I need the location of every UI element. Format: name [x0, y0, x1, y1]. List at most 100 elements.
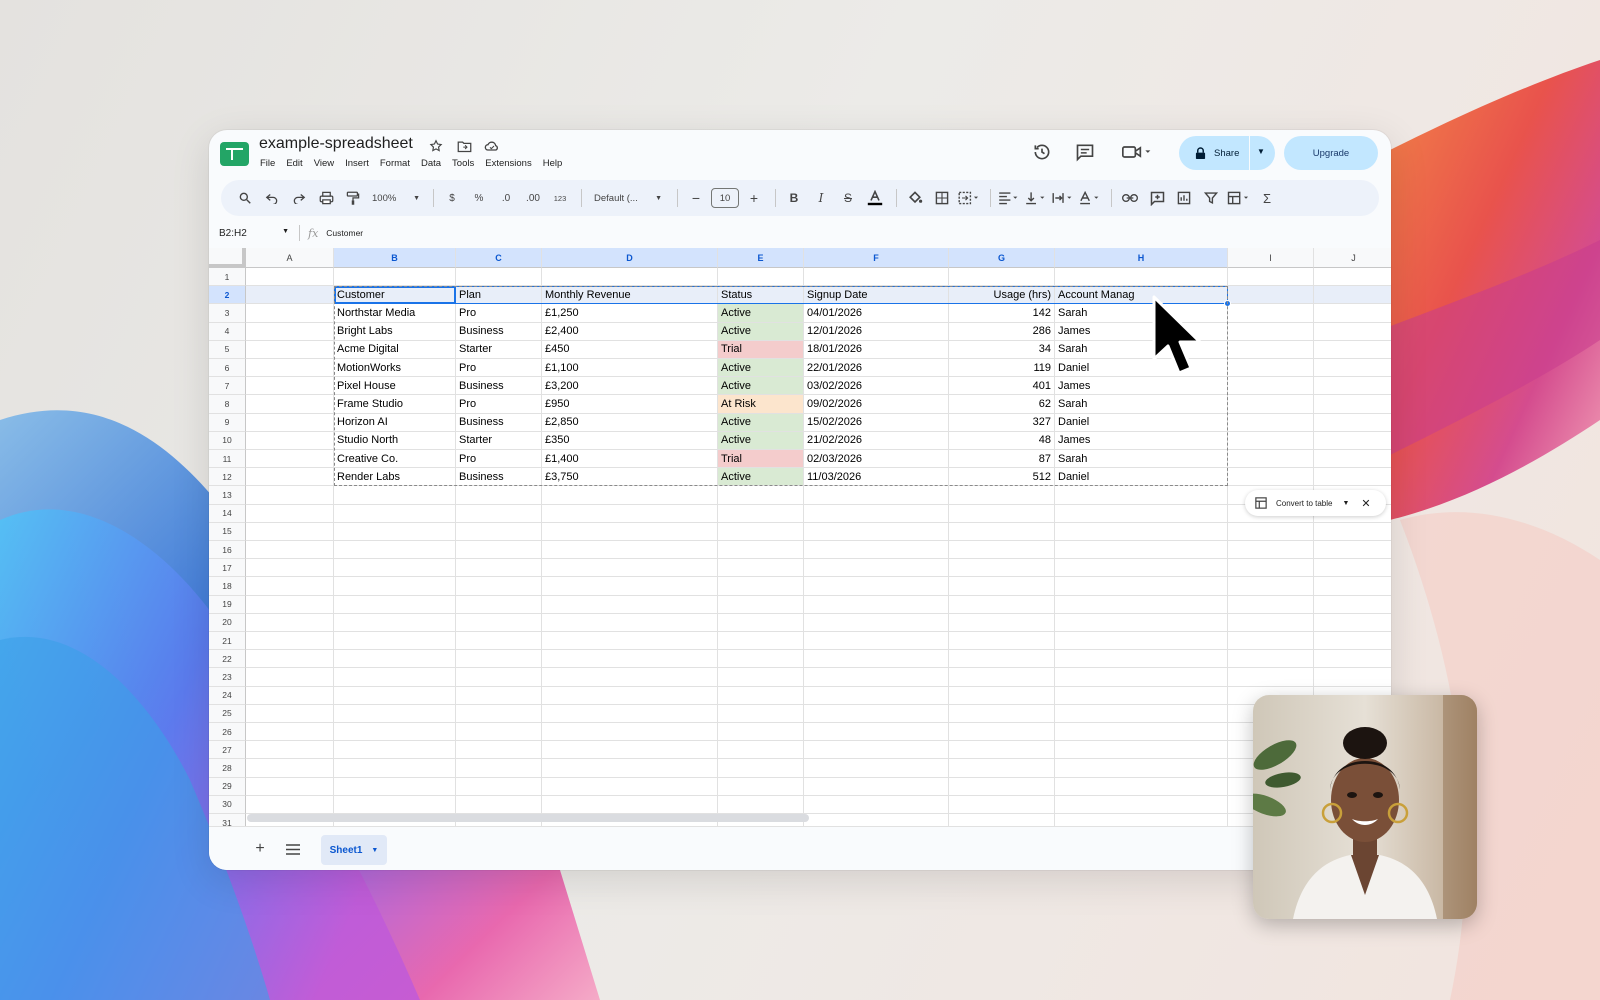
- cell-g8[interactable]: 62: [949, 395, 1055, 414]
- cell-i23[interactable]: [1228, 668, 1314, 687]
- row-header[interactable]: 24: [209, 686, 246, 705]
- cell-b21[interactable]: [334, 632, 456, 651]
- row-header[interactable]: 15: [209, 522, 246, 541]
- cell-j22[interactable]: [1314, 650, 1391, 669]
- row-header[interactable]: 29: [209, 777, 246, 796]
- borders-icon[interactable]: [930, 186, 954, 210]
- name-box[interactable]: B2:H2 ▼: [209, 228, 299, 239]
- cell-i1[interactable]: [1228, 268, 1314, 287]
- cell-i3[interactable]: [1228, 304, 1314, 323]
- add-sheet-icon[interactable]: +: [250, 839, 270, 859]
- cell-e4[interactable]: Active: [718, 322, 804, 341]
- row-header[interactable]: 14: [209, 504, 246, 523]
- cell-b4[interactable]: Bright Labs: [334, 322, 456, 341]
- cell-b22[interactable]: [334, 650, 456, 669]
- cell-h17[interactable]: [1055, 559, 1228, 578]
- cell-b17[interactable]: [334, 559, 456, 578]
- cell-f4[interactable]: 12/01/2026: [804, 322, 949, 341]
- cell-g19[interactable]: [949, 595, 1055, 614]
- cell-g5[interactable]: 34: [949, 340, 1055, 359]
- cell-b30[interactable]: [334, 795, 456, 814]
- column-header-a[interactable]: A: [246, 248, 334, 268]
- column-header-j[interactable]: J: [1314, 248, 1391, 268]
- font-size-input[interactable]: 10: [711, 188, 739, 208]
- font-select[interactable]: Default (... ▼: [588, 186, 668, 210]
- cell-i11[interactable]: [1228, 450, 1314, 469]
- cell-h25[interactable]: [1055, 704, 1228, 723]
- cell-b14[interactable]: [334, 504, 456, 523]
- cell-e2[interactable]: Status: [718, 286, 804, 305]
- cell-h19[interactable]: [1055, 595, 1228, 614]
- cell-b7[interactable]: Pixel House: [334, 377, 456, 396]
- cell-i4[interactable]: [1228, 322, 1314, 341]
- cell-g11[interactable]: 87: [949, 450, 1055, 469]
- cell-b29[interactable]: [334, 777, 456, 796]
- cell-b19[interactable]: [334, 595, 456, 614]
- cell-g14[interactable]: [949, 504, 1055, 523]
- cell-d10[interactable]: £350: [542, 431, 718, 450]
- cell-e6[interactable]: Active: [718, 359, 804, 378]
- cell-b9[interactable]: Horizon AI: [334, 413, 456, 432]
- cell-d17[interactable]: [542, 559, 718, 578]
- cell-b1[interactable]: [334, 268, 456, 287]
- cell-a3[interactable]: [246, 304, 334, 323]
- paint-format-icon[interactable]: [341, 186, 365, 210]
- star-icon[interactable]: [428, 138, 444, 154]
- cell-a7[interactable]: [246, 377, 334, 396]
- cell-c25[interactable]: [456, 704, 542, 723]
- cell-e9[interactable]: Active: [718, 413, 804, 432]
- functions-icon[interactable]: Σ: [1255, 186, 1279, 210]
- select-all-corner[interactable]: [209, 248, 246, 268]
- cell-e11[interactable]: Trial: [718, 450, 804, 469]
- cell-j17[interactable]: [1314, 559, 1391, 578]
- increase-decimal-button[interactable]: .00: [521, 186, 545, 210]
- cell-f10[interactable]: 21/02/2026: [804, 431, 949, 450]
- cell-g29[interactable]: [949, 777, 1055, 796]
- row-header[interactable]: 8: [209, 395, 246, 414]
- cell-g9[interactable]: 327: [949, 413, 1055, 432]
- row-header[interactable]: 28: [209, 759, 246, 778]
- cell-j3[interactable]: [1314, 304, 1391, 323]
- cell-h26[interactable]: [1055, 723, 1228, 742]
- cell-i18[interactable]: [1228, 577, 1314, 596]
- decrease-decimal-button[interactable]: .0: [494, 186, 518, 210]
- cell-d8[interactable]: £950: [542, 395, 718, 414]
- cell-i6[interactable]: [1228, 359, 1314, 378]
- cell-c18[interactable]: [456, 577, 542, 596]
- cell-i20[interactable]: [1228, 613, 1314, 632]
- cell-a26[interactable]: [246, 723, 334, 742]
- cell-h8[interactable]: Sarah: [1055, 395, 1228, 414]
- cell-b23[interactable]: [334, 668, 456, 687]
- cell-i16[interactable]: [1228, 541, 1314, 560]
- cell-f17[interactable]: [804, 559, 949, 578]
- cell-c16[interactable]: [456, 541, 542, 560]
- cell-b16[interactable]: [334, 541, 456, 560]
- cell-d16[interactable]: [542, 541, 718, 560]
- column-header-b[interactable]: B: [334, 248, 456, 268]
- cell-a1[interactable]: [246, 268, 334, 287]
- cell-f2[interactable]: Signup Date: [804, 286, 949, 305]
- cell-a28[interactable]: [246, 759, 334, 778]
- row-header[interactable]: 2: [209, 286, 246, 305]
- cell-g13[interactable]: [949, 486, 1055, 505]
- cell-d6[interactable]: £1,100: [542, 359, 718, 378]
- cell-g17[interactable]: [949, 559, 1055, 578]
- cell-e3[interactable]: Active: [718, 304, 804, 323]
- cell-c7[interactable]: Business: [456, 377, 542, 396]
- cell-d23[interactable]: [542, 668, 718, 687]
- row-header[interactable]: 7: [209, 377, 246, 396]
- print-icon[interactable]: [314, 186, 338, 210]
- cell-j20[interactable]: [1314, 614, 1391, 632]
- cell-f9[interactable]: 15/02/2026: [804, 413, 949, 432]
- cell-g24[interactable]: [949, 686, 1055, 705]
- row-header[interactable]: 17: [209, 559, 246, 578]
- row-header[interactable]: 31: [209, 814, 246, 826]
- cell-d2[interactable]: Monthly Revenue: [542, 286, 718, 305]
- cell-d3[interactable]: £1,250: [542, 304, 718, 323]
- cell-d15[interactable]: [542, 522, 718, 541]
- cell-h24[interactable]: [1055, 686, 1228, 705]
- more-formats-button[interactable]: 123: [548, 186, 572, 210]
- cell-f1[interactable]: [804, 268, 949, 287]
- filter-icon[interactable]: [1199, 186, 1223, 210]
- menu-edit[interactable]: Edit: [286, 158, 302, 169]
